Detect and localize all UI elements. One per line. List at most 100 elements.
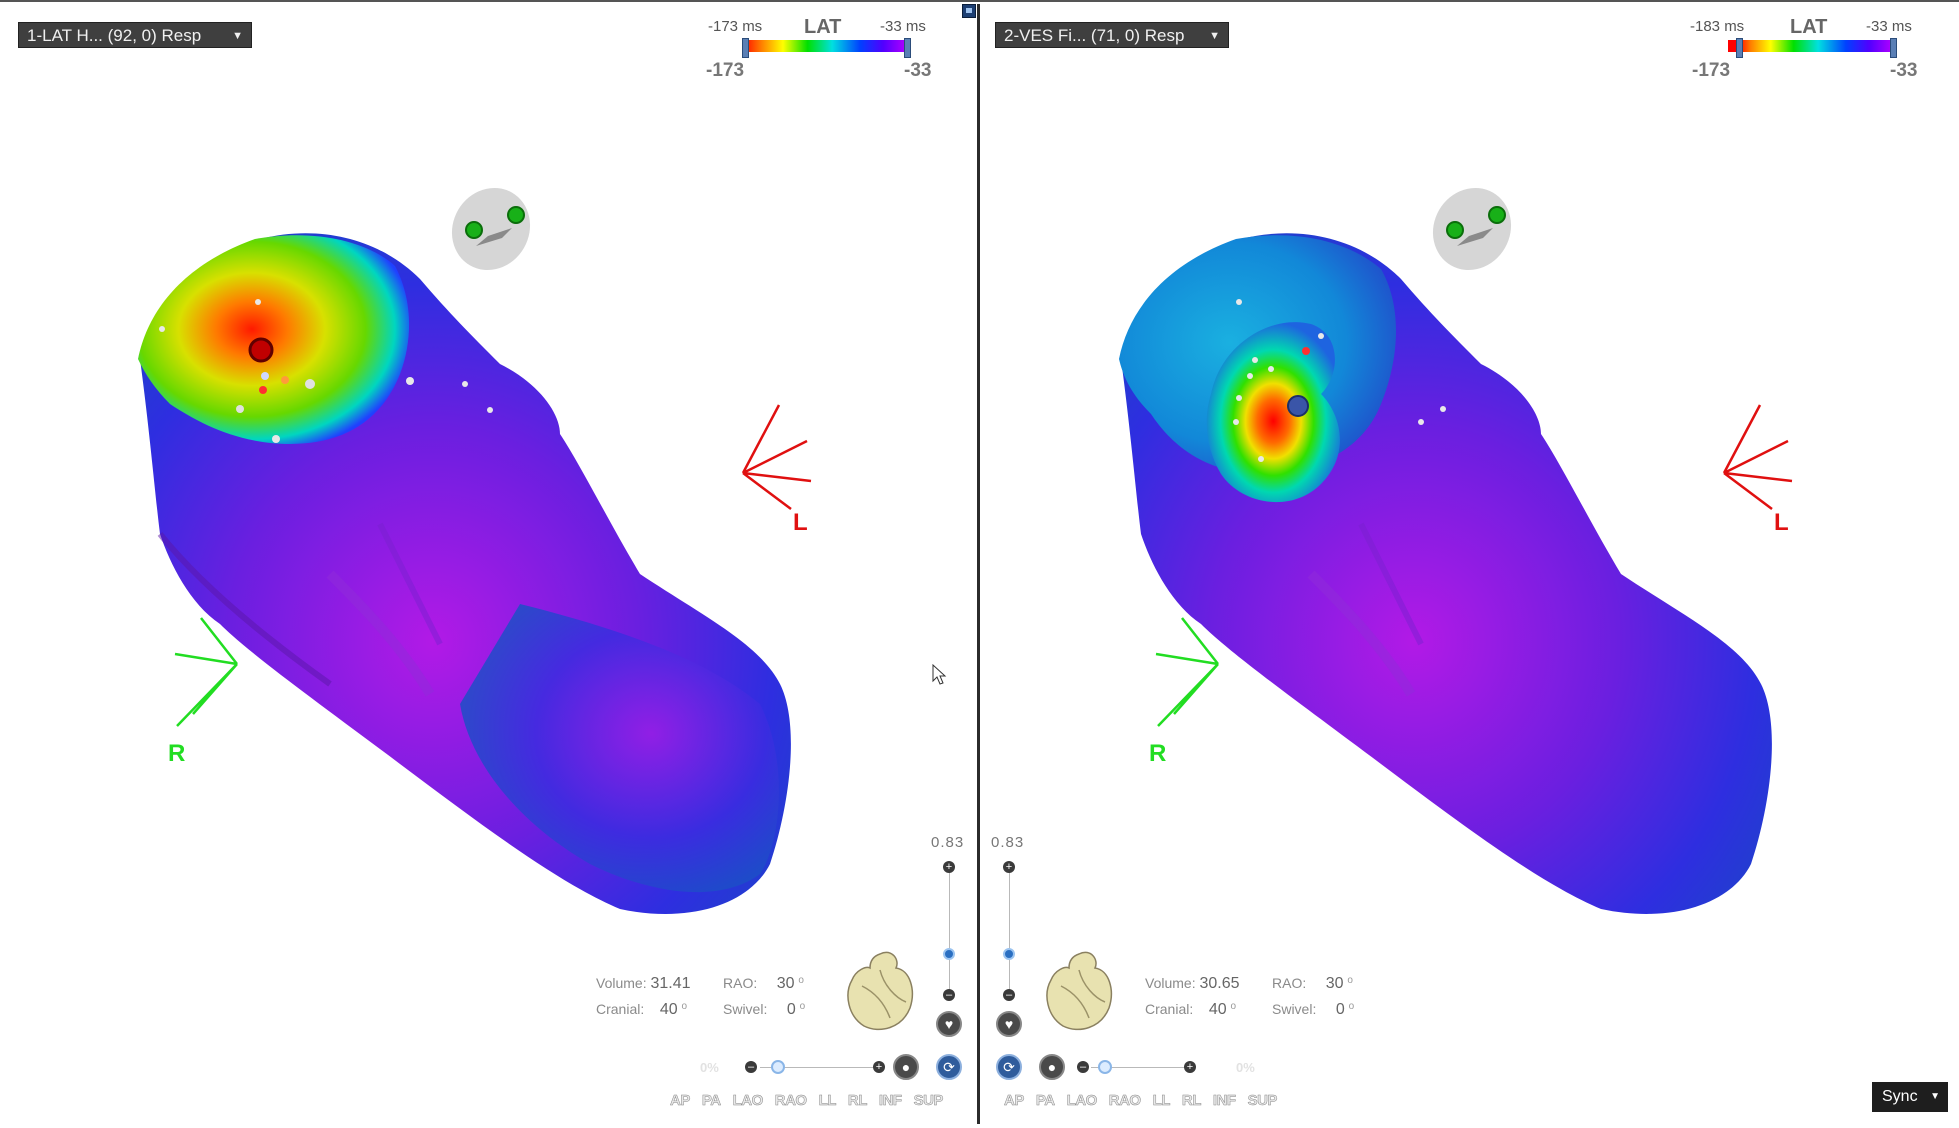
orientation-label-right: R	[1149, 740, 1167, 767]
opacity-decrease-icon[interactable]: –	[745, 1061, 757, 1073]
scale-max-value: -33	[1890, 60, 1918, 81]
cranial-value: 40	[659, 1001, 678, 1018]
view-pa-button[interactable]: PA	[702, 1092, 722, 1110]
right-orientation-axes	[1155, 617, 1219, 727]
rao-stat: RAO: 30 o	[723, 975, 804, 992]
heart-view-button[interactable]: ♥	[996, 1011, 1022, 1037]
lat-color-scale[interactable]: -173 ms LAT -33 ms -173 -33	[700, 14, 940, 84]
heart-model-icon[interactable]	[1039, 946, 1119, 1038]
zoom-track[interactable]	[949, 870, 950, 996]
map-select-dropdown[interactable]: 2-VES Fi... (71, 0) Resp ▼	[995, 22, 1229, 48]
opacity-label: 0%	[700, 1060, 719, 1075]
zoom-out-icon[interactable]: –	[943, 989, 955, 1001]
cranial-stat: Cranial: 40 o	[596, 1001, 688, 1018]
ablation-marker[interactable]	[1287, 395, 1309, 417]
map-view-right[interactable]: L R 2-VES Fi... (71, 0) Resp ▼ -183 ms L…	[981, 4, 1958, 1124]
opacity-increase-icon[interactable]: +	[1184, 1061, 1196, 1073]
mouse-cursor-icon	[932, 664, 947, 685]
view-rl-button[interactable]: RL	[1182, 1092, 1202, 1110]
scale-min-value: -173	[706, 60, 745, 81]
scale-max-ms: -33 ms	[1866, 18, 1912, 35]
maximize-icon[interactable]	[962, 4, 976, 18]
sync-label: Sync	[1882, 1088, 1918, 1105]
view-rao-button[interactable]: RAO	[775, 1092, 808, 1110]
scale-min-handle[interactable]	[742, 38, 749, 58]
scale-min-value: -173	[1692, 60, 1731, 81]
view-ll-button[interactable]: LL	[818, 1092, 836, 1110]
view-sup-button[interactable]: SUP	[913, 1092, 943, 1110]
view-rl-button[interactable]: RL	[848, 1092, 868, 1110]
view-sup-button[interactable]: SUP	[1247, 1092, 1277, 1110]
opacity-decrease-icon[interactable]: –	[1077, 1061, 1089, 1073]
view-inf-button[interactable]: INF	[879, 1092, 903, 1110]
orientation-puck-icon[interactable]	[1429, 186, 1515, 272]
view-presets: AP PA LAO RAO LL RL INF SUP	[1004, 1092, 1289, 1110]
view-lao-button[interactable]: LAO	[732, 1092, 763, 1110]
opacity-thumb[interactable]	[1098, 1060, 1112, 1074]
sync-dropdown[interactable]: Sync ▼	[1872, 1082, 1948, 1112]
rotate-view-icon[interactable]: ⟳	[936, 1054, 962, 1080]
opacity-label: 0%	[1236, 1060, 1255, 1075]
ablation-marker[interactable]	[248, 337, 274, 363]
scale-min-handle[interactable]	[1736, 38, 1743, 58]
volume-stat: Volume: 31.41	[596, 975, 691, 992]
view-pa-button[interactable]: PA	[1036, 1092, 1056, 1110]
volume-value: 31.41	[650, 975, 691, 992]
chevron-down-icon: ▼	[1930, 1091, 1940, 1102]
3d-map-canvas-left[interactable]	[0, 4, 977, 1124]
color-bar	[742, 40, 906, 52]
scale-min-ms: -173 ms	[708, 18, 763, 35]
chevron-down-icon: ▼	[1209, 30, 1220, 42]
shading-toggle-icon[interactable]: ●	[893, 1054, 919, 1080]
3d-map-canvas-right[interactable]	[981, 4, 1958, 1124]
swivel-value: 0	[1335, 1001, 1345, 1018]
color-bar	[1728, 40, 1892, 52]
heart-model-icon[interactable]	[840, 946, 920, 1038]
swivel-value: 0	[786, 1001, 796, 1018]
zoom-value: 0.83	[991, 834, 1025, 851]
scale-title: LAT	[804, 16, 842, 38]
swivel-stat: Swivel: 0 o	[1272, 1001, 1355, 1018]
map-view-left[interactable]: L R 1-LAT H... (92, 0) Resp ▼ -173 ms LA…	[0, 4, 977, 1124]
view-ap-button[interactable]: AP	[670, 1092, 691, 1110]
scale-max-value: -33	[904, 60, 932, 81]
heart-view-button[interactable]: ♥	[936, 1011, 962, 1037]
zoom-track[interactable]	[1009, 870, 1010, 996]
chevron-down-icon: ▼	[232, 30, 243, 42]
map-select-dropdown[interactable]: 1-LAT H... (92, 0) Resp ▼	[18, 22, 252, 48]
rao-value: 30	[776, 975, 795, 992]
right-orientation-axes	[174, 617, 238, 727]
scale-max-handle[interactable]	[1890, 38, 1897, 58]
view-presets: AP PA LAO RAO LL RL INF SUP	[670, 1092, 955, 1110]
zoom-slider-thumb[interactable]	[943, 948, 955, 960]
opacity-thumb[interactable]	[771, 1060, 785, 1074]
orientation-label-right: R	[168, 740, 186, 767]
view-ap-button[interactable]: AP	[1004, 1092, 1025, 1110]
scale-min-ms: -183 ms	[1690, 18, 1745, 35]
opacity-increase-icon[interactable]: +	[873, 1061, 885, 1073]
map-select-label: 2-VES Fi... (71, 0) Resp	[1004, 26, 1185, 45]
zoom-value: 0.83	[931, 834, 965, 851]
map-select-label: 1-LAT H... (92, 0) Resp	[27, 26, 202, 45]
view-inf-button[interactable]: INF	[1213, 1092, 1237, 1110]
pane-divider[interactable]	[977, 4, 980, 1124]
view-rao-button[interactable]: RAO	[1109, 1092, 1142, 1110]
scale-title: LAT	[1790, 16, 1828, 38]
orientation-puck-icon[interactable]	[448, 186, 534, 272]
rao-value: 30	[1325, 975, 1344, 992]
scale-max-handle[interactable]	[904, 38, 911, 58]
rotate-view-icon[interactable]: ⟳	[996, 1054, 1022, 1080]
view-ll-button[interactable]: LL	[1152, 1092, 1170, 1110]
zoom-out-icon[interactable]: –	[1003, 989, 1015, 1001]
volume-value: 30.65	[1199, 975, 1240, 992]
zoom-in-icon[interactable]: +	[1003, 861, 1015, 873]
zoom-in-icon[interactable]: +	[943, 861, 955, 873]
view-lao-button[interactable]: LAO	[1066, 1092, 1097, 1110]
zoom-slider-thumb[interactable]	[1003, 948, 1015, 960]
cranial-value: 40	[1208, 1001, 1227, 1018]
shading-toggle-icon[interactable]: ●	[1039, 1054, 1065, 1080]
top-border	[0, 0, 1959, 2]
rao-stat: RAO: 30 o	[1272, 975, 1353, 992]
cranial-stat: Cranial: 40 o	[1145, 1001, 1237, 1018]
lat-color-scale[interactable]: -183 ms LAT -33 ms -173 -33	[1686, 14, 1926, 84]
